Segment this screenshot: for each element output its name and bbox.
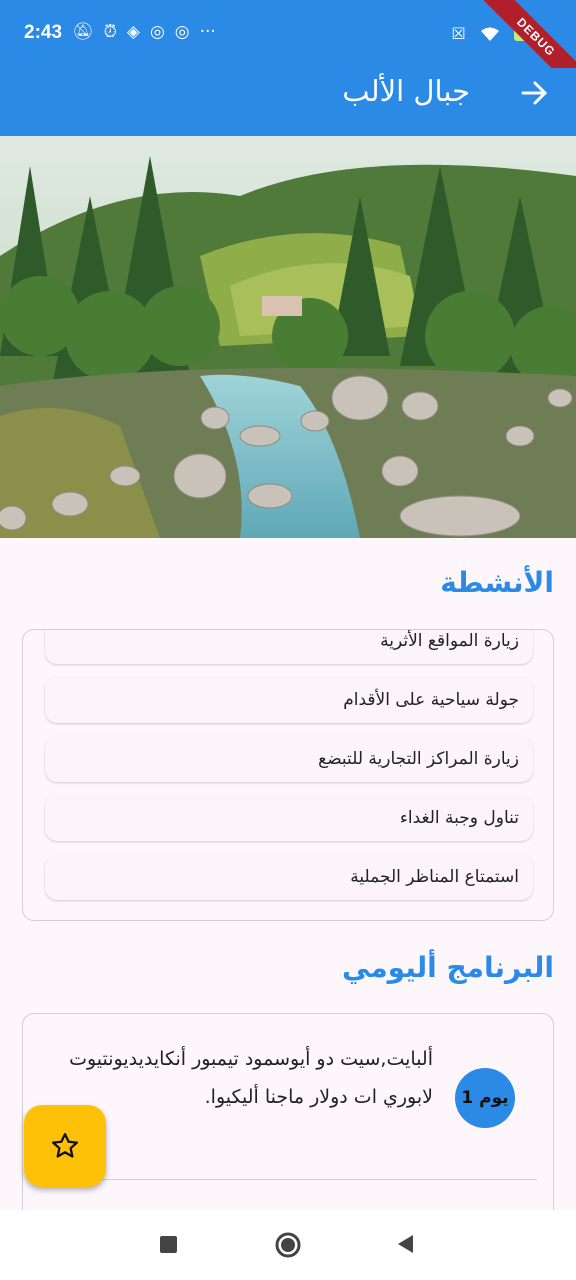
recents-square-icon[interactable] xyxy=(159,1232,179,1256)
activities-list[interactable]: زيارة المواقع الأثرية جولة سياحية على ال… xyxy=(22,629,554,921)
divider xyxy=(39,1179,537,1180)
activities-title: الأنشطة xyxy=(440,566,554,599)
system-nav-bar xyxy=(0,1210,576,1280)
star-outline-icon xyxy=(52,1133,78,1158)
list-item[interactable]: تناول وجبة الغداء xyxy=(45,795,533,841)
day-badge: يوم 1 xyxy=(455,1068,515,1128)
list-item[interactable]: زيارة المواقع الأثرية xyxy=(45,630,533,664)
arrow-forward-icon[interactable] xyxy=(520,78,550,116)
bell-off-icon: 🔕︎ xyxy=(72,22,94,42)
more-notifications-icon: ··· xyxy=(199,22,216,42)
app-icon-2: ◎ xyxy=(149,22,165,42)
sim-icon: ☒ xyxy=(451,24,466,43)
back-triangle-icon[interactable] xyxy=(395,1232,417,1256)
wifi-icon xyxy=(480,27,499,41)
app-icon-3: ◎ xyxy=(174,22,190,42)
page-title: جبال الألب xyxy=(342,74,470,108)
status-time: 2:43 xyxy=(24,22,63,43)
app-bar: جبال الألب xyxy=(0,68,576,136)
status-bar: 2:43 🔕︎ ⏰︎ ◈ ◎ ◎ ··· ☒ 64 DEBUG xyxy=(0,0,576,95)
home-circle-icon[interactable] xyxy=(275,1232,301,1258)
alarm-icon: ⏰︎ xyxy=(103,22,117,42)
program-title: البرنامج أليومي xyxy=(341,951,554,984)
list-item[interactable]: جولة سياحية على الأقدام xyxy=(45,677,533,723)
notification-icons: 🔕︎ ⏰︎ ◈ ◎ ◎ ··· xyxy=(72,22,216,42)
app-icon: ◈ xyxy=(126,22,140,42)
list-item[interactable]: استمتاع المناظر الجملية xyxy=(45,854,533,900)
list-item[interactable]: زيارة المراكز التجارية للتبضع xyxy=(45,736,533,782)
favorite-fab-button[interactable] xyxy=(24,1105,106,1187)
hero-image xyxy=(0,136,576,538)
day-description: ألبايت,سيت دو أيوسمود تيمبور أنكايديديون… xyxy=(69,1048,433,1108)
